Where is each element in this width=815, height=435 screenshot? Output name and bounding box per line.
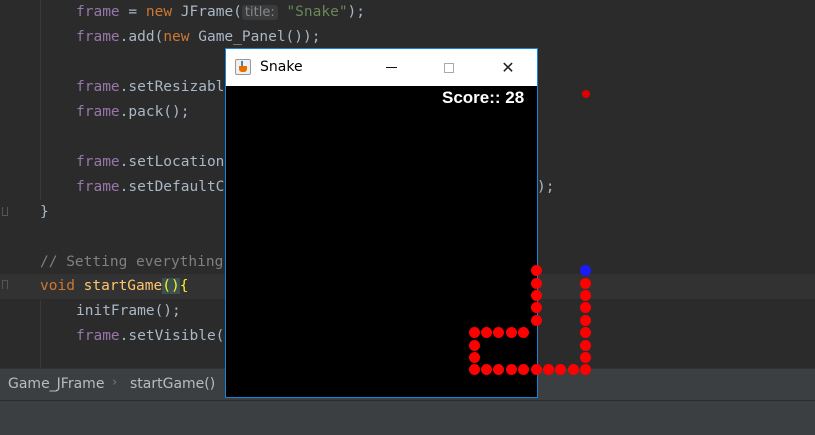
snake-segment xyxy=(567,364,579,376)
snake-segment xyxy=(580,277,592,289)
apple xyxy=(581,90,590,98)
snake-segment xyxy=(468,327,480,339)
snake-window[interactable]: Snake ✕ Score:: 28 xyxy=(225,48,592,398)
snake-segment xyxy=(505,327,517,339)
param-hint: title: xyxy=(241,5,278,20)
snake-segment xyxy=(518,364,530,376)
snake-segment xyxy=(530,277,542,289)
snake-segment xyxy=(530,314,542,326)
maximize-icon xyxy=(444,62,454,73)
snake-segment xyxy=(468,364,480,376)
minimize-icon xyxy=(385,67,397,68)
code-line: frame.pack(); xyxy=(76,104,190,120)
indent-guide xyxy=(40,0,41,200)
snake-segment xyxy=(468,351,480,363)
snake-segment xyxy=(580,314,592,326)
snake-segment xyxy=(530,265,542,277)
snake-segment xyxy=(580,339,592,351)
fold-marker[interactable] xyxy=(2,280,8,289)
fold-marker[interactable] xyxy=(2,207,8,216)
snake-segment xyxy=(530,364,542,376)
java-cup-icon xyxy=(235,59,251,75)
snake-segment xyxy=(468,339,480,351)
code-line: } xyxy=(40,204,49,220)
snake-segment xyxy=(493,364,505,376)
game-panel[interactable]: Score:: 28 xyxy=(226,86,592,397)
code-comment: // Setting everything xyxy=(40,254,224,270)
snake-segment xyxy=(493,327,505,339)
snake-segment xyxy=(518,327,530,339)
snake-segment xyxy=(480,327,492,339)
score-label: Score:: 28 xyxy=(442,88,525,107)
code-line: frame.setDefaultC xyxy=(76,179,225,195)
code-line: frame.setResizabl xyxy=(76,79,225,95)
code-line: frame.setLocation xyxy=(76,154,225,170)
code-line: frame.setVisible( xyxy=(76,328,225,344)
breadcrumb-method[interactable]: startGame() xyxy=(130,376,215,392)
minimize-button[interactable] xyxy=(362,49,420,86)
maximize-button[interactable] xyxy=(420,49,478,86)
window-titlebar[interactable]: Snake ✕ xyxy=(226,49,537,86)
code-line: void startGame(){ xyxy=(40,278,189,294)
code-line-tail: ); xyxy=(537,179,555,195)
window-title: Snake xyxy=(260,59,303,75)
snake-segment xyxy=(580,351,592,363)
snake-segment xyxy=(505,364,517,376)
code-line: initFrame(); xyxy=(76,303,181,319)
status-bar xyxy=(0,400,815,435)
indent-guide xyxy=(40,300,41,368)
snake-segment xyxy=(530,302,542,314)
breadcrumb-class[interactable]: Game_JFrame xyxy=(8,376,104,392)
snake-segment xyxy=(530,289,542,301)
snake-segment xyxy=(480,364,492,376)
close-button[interactable]: ✕ xyxy=(479,49,537,86)
code-line: frame = new JFrame(title: "Snake"); xyxy=(76,4,366,20)
code-line: frame.add(new Game_Panel()); xyxy=(76,29,321,45)
snake-segment xyxy=(580,289,592,301)
chevron-right-icon: › xyxy=(112,375,118,390)
close-icon: ✕ xyxy=(501,58,515,77)
